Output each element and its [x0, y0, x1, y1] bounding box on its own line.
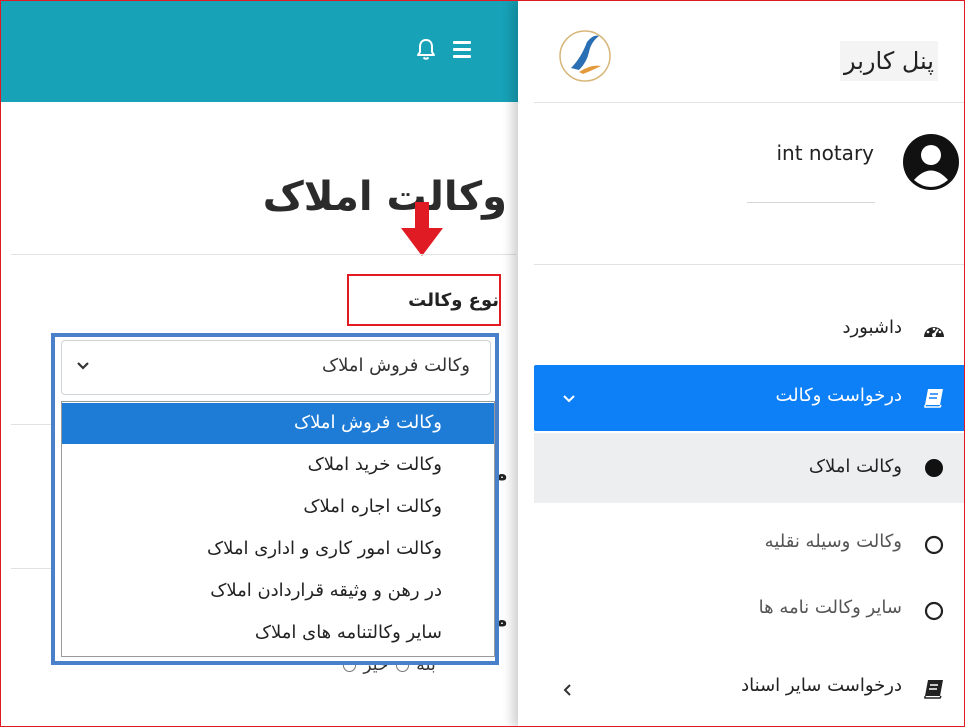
divider: [534, 102, 964, 103]
divider: [747, 202, 875, 203]
sidebar-item-label: داشبورد: [842, 317, 902, 338]
sidebar-item-label: درخواست وکالت: [775, 385, 902, 406]
red-arrow-annotation: [397, 202, 447, 257]
chevron-down-icon: [563, 395, 575, 403]
filled-circle-icon: [925, 459, 943, 477]
brand-logo: [557, 28, 613, 84]
select-value: وکالت فروش املاک: [321, 355, 470, 376]
sidebar-item-label: وکالت وسیله نقلیه: [764, 531, 902, 552]
circle-outline-icon: [924, 601, 944, 621]
chevron-down-icon: [77, 362, 89, 370]
divider: [11, 254, 516, 255]
sidebar-item-power-request[interactable]: درخواست وکالت: [534, 365, 964, 431]
sidebar: پنل کاربر int notary داشبورد درخواست وکا…: [518, 1, 964, 726]
book-icon: [924, 389, 943, 408]
circle-outline-icon: [924, 535, 944, 555]
page-title: وکالت املاک: [262, 174, 507, 220]
sidebar-item-label: درخواست سایر اسناد: [741, 675, 902, 696]
option-item[interactable]: سایر وکالتنامه های املاک: [62, 613, 494, 654]
sidebar-item-label: سایر وکالت نامه ها: [758, 597, 902, 618]
tachometer-icon: [924, 327, 944, 337]
sidebar-subitem-real-estate[interactable]: وکالت املاک: [534, 433, 964, 503]
hamburger-menu-icon[interactable]: [453, 41, 475, 59]
app-frame: وکالت املاک نوع وکالت م م بله خیر وکالت …: [0, 0, 965, 727]
sidebar-subitem-vehicle[interactable]: وکالت وسیله نقلیه: [534, 531, 964, 561]
select-options-list: وکالت فروش املاک وکالت خرید املاک وکالت …: [61, 401, 495, 657]
chevron-left-icon: [563, 684, 571, 696]
option-item[interactable]: وکالت خرید املاک: [62, 445, 494, 486]
option-item[interactable]: در رهن و وثیقه قراردادن املاک: [62, 571, 494, 612]
dropdown-highlight-frame: وکالت فروش املاک وکالت فروش املاک وکالت …: [51, 333, 499, 665]
bell-icon[interactable]: [415, 37, 437, 61]
brand-title[interactable]: پنل کاربر: [840, 41, 938, 81]
field-label-power-type: نوع وکالت: [408, 290, 499, 311]
book-icon: [924, 680, 943, 699]
option-item[interactable]: وکالت اجاره املاک: [62, 487, 494, 528]
main-content: وکالت املاک نوع وکالت م م بله خیر وکالت …: [1, 102, 521, 726]
top-navbar: [1, 1, 521, 102]
user-avatar-icon: [902, 133, 960, 191]
sidebar-item-dashboard[interactable]: داشبورد: [534, 317, 964, 347]
option-item[interactable]: وکالت امور کاری و اداری املاک: [62, 529, 494, 570]
sidebar-item-label: وکالت املاک: [808, 456, 902, 477]
divider: [534, 264, 964, 265]
sidebar-subitem-other-powers[interactable]: سایر وکالت نامه ها: [534, 597, 964, 627]
power-type-select[interactable]: وکالت فروش املاک: [61, 340, 491, 395]
divider: [11, 568, 53, 569]
sidebar-item-other-documents[interactable]: درخواست سایر اسناد: [534, 675, 964, 705]
user-name: int notary: [776, 141, 875, 165]
divider: [11, 424, 53, 425]
option-item[interactable]: وکالت فروش املاک: [62, 403, 494, 444]
